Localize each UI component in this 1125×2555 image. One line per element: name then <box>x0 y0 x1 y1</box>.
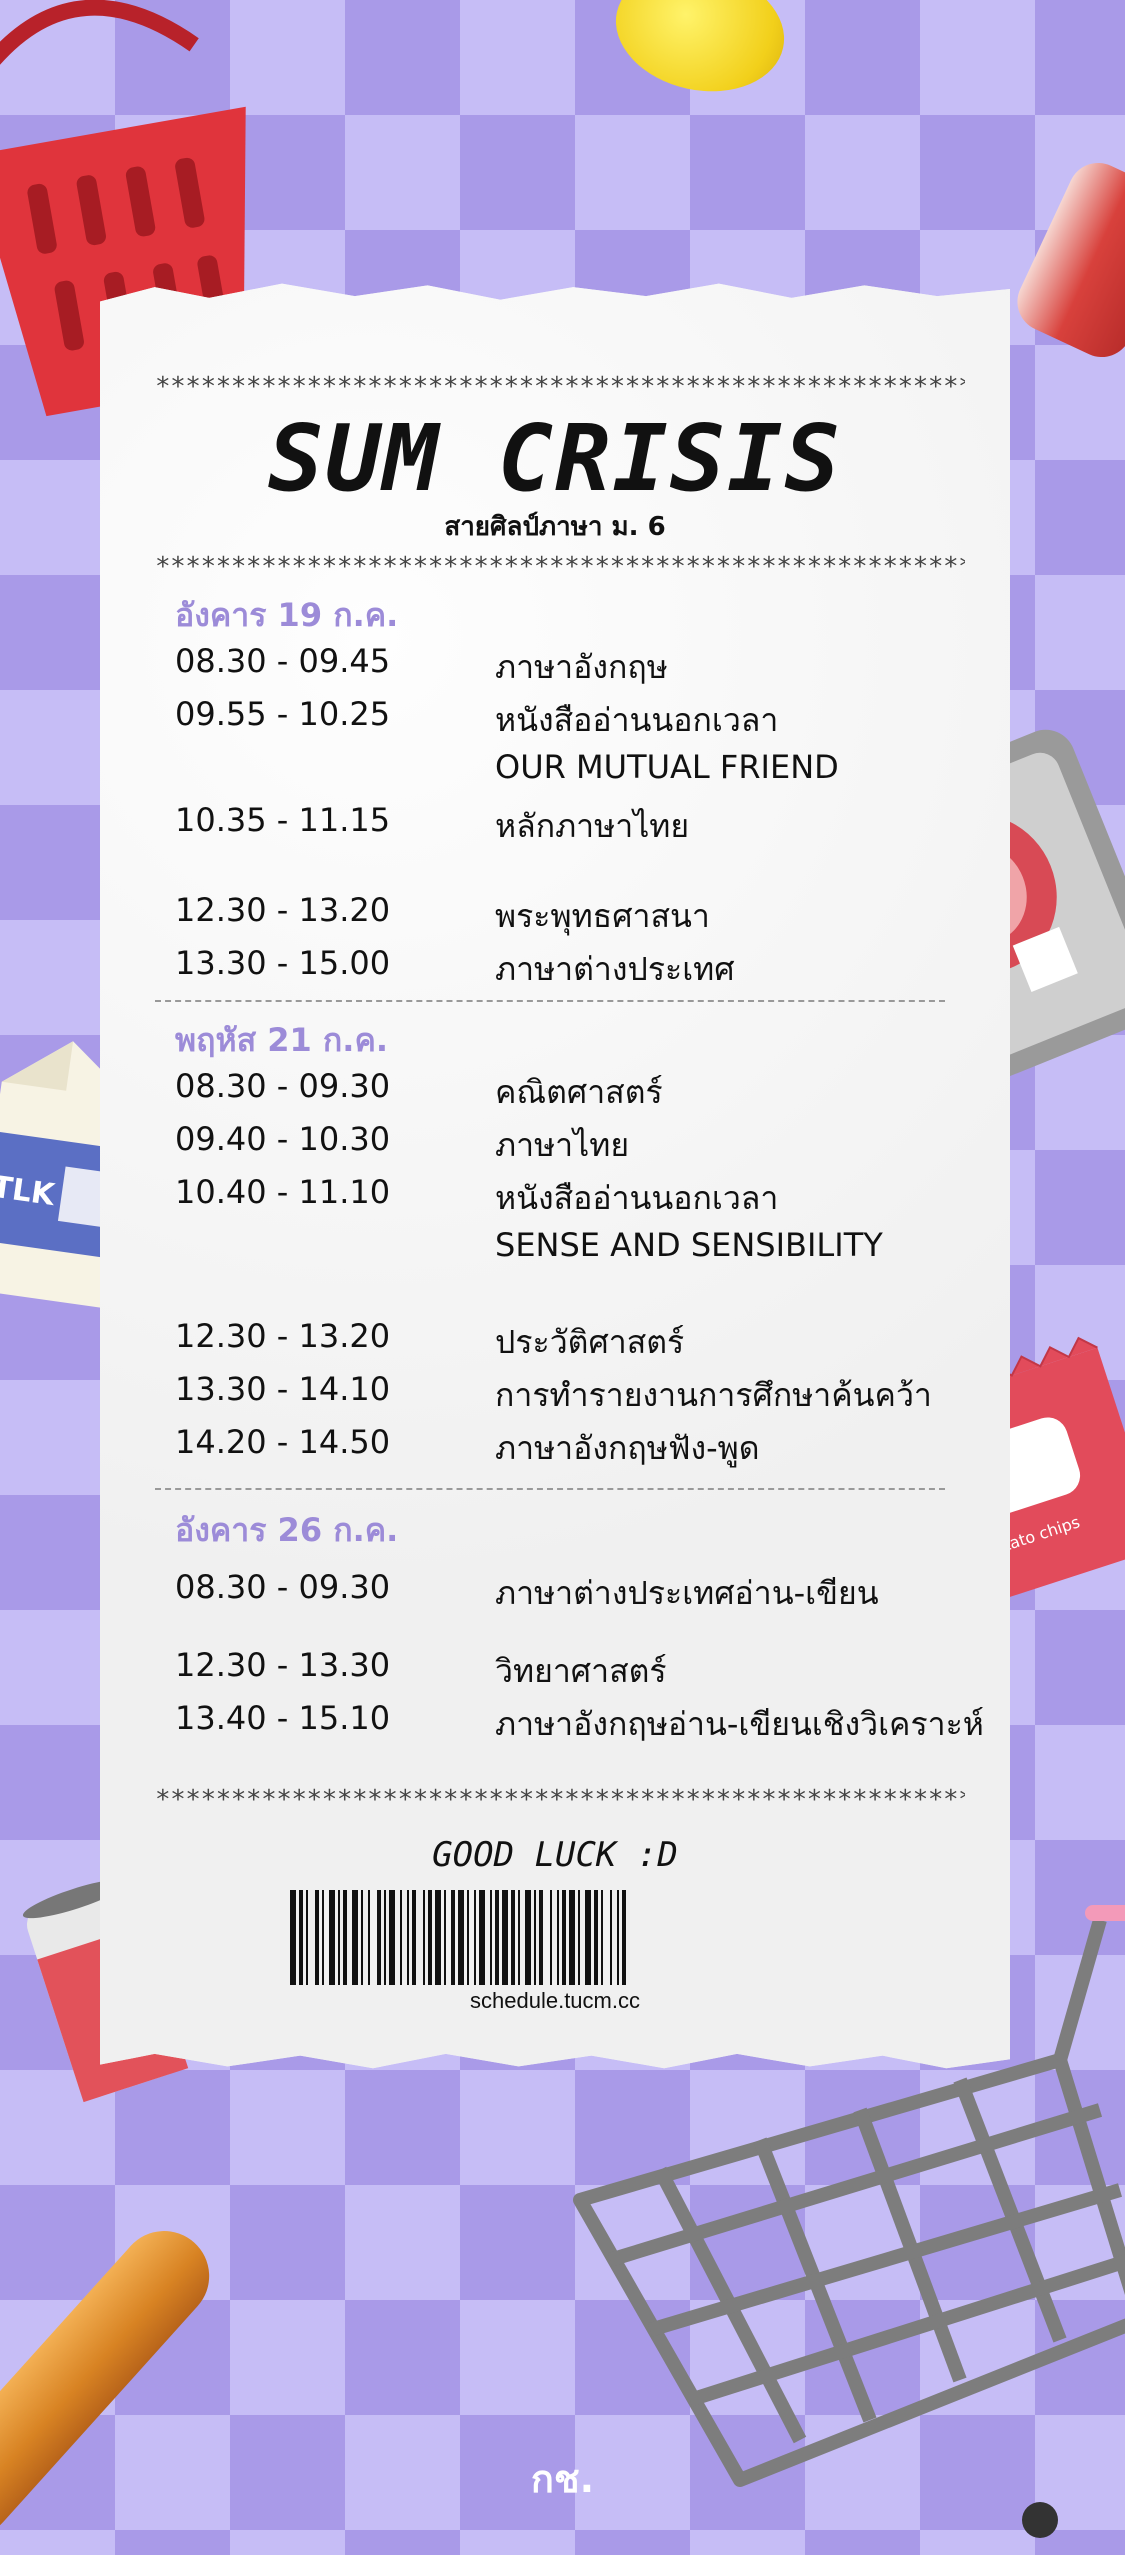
subject: ประวัติศาสตร์ <box>495 1323 685 1361</box>
good-luck-text: GOOD LUCK :D <box>432 1835 678 1875</box>
subject: SENSE AND SENSIBILITY <box>495 1226 883 1264</box>
subject: หนังสืออ่านนอกเวลา <box>495 701 779 739</box>
can-icon <box>1007 153 1125 367</box>
schedule-row: SENSE AND SENSIBILITY <box>175 1226 995 1272</box>
time-slot: 13.30 - 14.10 <box>175 1370 391 1408</box>
subject: การทำรายงานการศึกษาค้นคว้า <box>495 1376 932 1414</box>
subject: คณิตศาสตร์ <box>495 1073 663 1111</box>
schedule-receipt: ****************************************… <box>100 283 1010 2069</box>
star-divider: ****************************************… <box>155 1785 965 1815</box>
lemon-icon <box>604 0 796 107</box>
dashed-divider <box>155 1488 945 1490</box>
schedule-row: 12.30 - 13.20 ประวัติศาสตร์ <box>175 1317 995 1363</box>
schedule-row: 10.40 - 11.10 หนังสืออ่านนอกเวลา <box>175 1173 995 1219</box>
schedule-row: 08.30 - 09.45 ภาษาอังกฤษ <box>175 642 995 688</box>
time-slot: 09.55 - 10.25 <box>175 695 391 733</box>
schedule-row: 09.40 - 10.30 ภาษาไทย <box>175 1120 995 1166</box>
page-subtitle: สายศิลป์ภาษา ม. 6 <box>444 512 666 542</box>
schedule-row: 14.20 - 14.50 ภาษาอังกฤษฟัง-พูด <box>175 1423 995 1469</box>
subject: วิทยาศาสตร์ <box>495 1652 667 1690</box>
time-slot: 08.30 - 09.30 <box>175 1067 391 1105</box>
day-label: อังคาร 19 ก.ค. <box>175 596 399 634</box>
barcode-icon <box>290 1890 626 1985</box>
subject: ภาษาต่างประเทศอ่าน-เขียน <box>495 1574 879 1612</box>
subject: ภาษาอังกฤษอ่าน-เขียนเชิงวิเคราะห์ <box>495 1705 984 1743</box>
subject: หลักภาษาไทย <box>495 807 690 845</box>
day-label: อังคาร 26 ก.ค. <box>175 1511 399 1549</box>
time-slot: 10.40 - 11.10 <box>175 1173 391 1211</box>
dashed-divider <box>155 1000 945 1002</box>
schedule-row: 13.30 - 14.10 การทำรายงานการศึกษาค้นคว้า <box>175 1370 995 1416</box>
subject: ภาษาต่างประเทศ <box>495 950 735 988</box>
star-divider: ****************************************… <box>155 552 965 582</box>
time-slot: 12.30 - 13.20 <box>175 891 391 929</box>
time-slot: 12.30 - 13.20 <box>175 1317 391 1355</box>
schedule-row: 10.35 - 11.15 หลักภาษาไทย <box>175 801 995 847</box>
day-label: พฤหัส 21 ก.ค. <box>175 1021 388 1059</box>
time-slot: 10.35 - 11.15 <box>175 801 391 839</box>
subject: ภาษาอังกฤษ <box>495 648 668 686</box>
schedule-row: 12.30 - 13.20 พระพุทธศาสนา <box>175 891 995 937</box>
website-url: schedule.tucm.cc <box>470 1988 640 2013</box>
subject: พระพุทธศาสนา <box>495 897 710 935</box>
time-slot: 08.30 - 09.30 <box>175 1568 391 1606</box>
schedule-row: 12.30 - 13.30 วิทยาศาสตร์ <box>175 1646 995 1692</box>
signature-text: กช. <box>530 2457 595 2501</box>
schedule-row: OUR MUTUAL FRIEND <box>175 748 995 794</box>
time-slot: 13.30 - 15.00 <box>175 944 391 982</box>
schedule-row: 08.30 - 09.30 คณิตศาสตร์ <box>175 1067 995 1113</box>
time-slot: 13.40 - 15.10 <box>175 1699 391 1737</box>
time-slot: 09.40 - 10.30 <box>175 1120 391 1158</box>
subject: หนังสืออ่านนอกเวลา <box>495 1179 779 1217</box>
schedule-row: 13.40 - 15.10 ภาษาอังกฤษอ่าน-เขียนเชิงวิ… <box>175 1699 995 1745</box>
schedule-row: 13.30 - 15.00 ภาษาต่างประเทศ <box>175 944 995 990</box>
subject: OUR MUTUAL FRIEND <box>495 748 839 786</box>
schedule-row: 09.55 - 10.25 หนังสืออ่านนอกเวลา <box>175 695 995 741</box>
star-divider: ****************************************… <box>155 372 965 402</box>
time-slot: 08.30 - 09.45 <box>175 642 391 680</box>
time-slot: 14.20 - 14.50 <box>175 1423 391 1461</box>
schedule-row: 08.30 - 09.30 ภาษาต่างประเทศอ่าน-เขียน <box>175 1568 995 1614</box>
subject: ภาษาไทย <box>495 1126 630 1164</box>
page-title: SUM CRISIS <box>268 405 842 512</box>
subject: ภาษาอังกฤษฟัง-พูด <box>495 1429 760 1467</box>
time-slot: 12.30 - 13.30 <box>175 1646 391 1684</box>
